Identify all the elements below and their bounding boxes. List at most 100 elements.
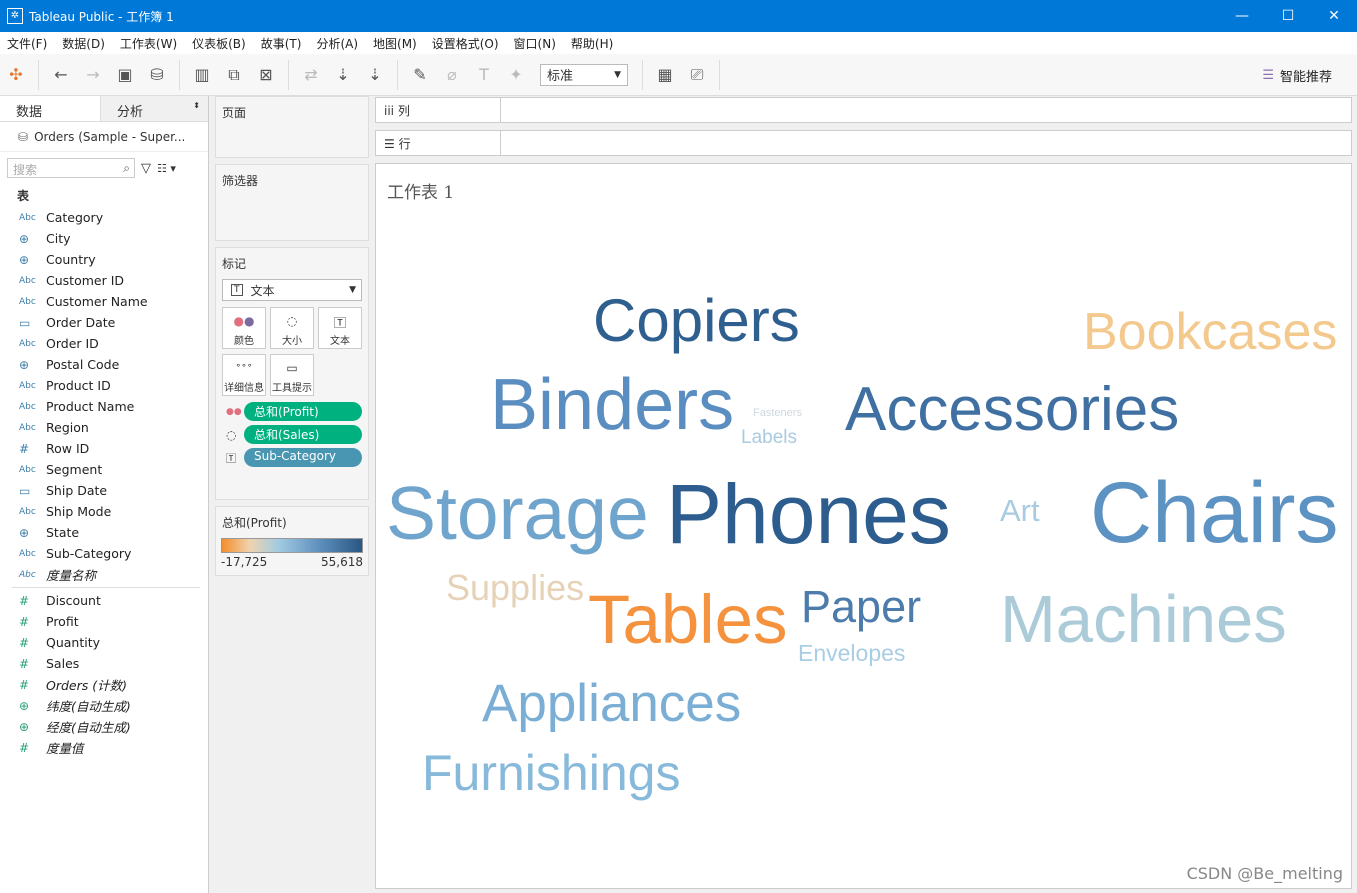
datasource-item[interactable]: ⛁ Orders (Sample - Super... — [0, 122, 208, 152]
menu-item[interactable]: 文件(F) — [7, 35, 47, 52]
field-item[interactable]: Abc Customer ID — [0, 270, 208, 291]
string-icon: Abc — [19, 212, 36, 223]
detail-button[interactable]: ∘∘∘ 详细信息 — [222, 354, 266, 396]
word-mark[interactable]: Tables — [588, 585, 787, 654]
show-cards-icon[interactable]: ▦ — [652, 62, 678, 88]
field-item[interactable]: Abc Product Name — [0, 396, 208, 417]
word-mark[interactable]: Supplies — [446, 570, 584, 606]
field-item[interactable]: ⊕ Postal Code — [0, 354, 208, 375]
search-input[interactable]: 搜索 ⌕ — [7, 158, 135, 178]
field-item[interactable]: # Row ID — [0, 438, 208, 459]
tooltip-button[interactable]: ▭ 工具提示 — [270, 354, 314, 396]
menu-item[interactable]: 帮助(H) — [571, 35, 613, 52]
menu-item[interactable]: 工作表(W) — [120, 35, 177, 52]
menu-item[interactable]: 分析(A) — [316, 35, 358, 52]
save-icon[interactable]: ▣ — [112, 62, 138, 88]
presentation-icon[interactable]: ⎚ — [684, 62, 710, 88]
field-item[interactable]: ⊕ 纬度(自动生成) — [0, 695, 208, 716]
minimize-button[interactable]: — — [1219, 0, 1265, 32]
field-item[interactable]: ⊕ City — [0, 228, 208, 249]
columns-shelf[interactable]: iii 列 — [375, 97, 1352, 123]
menu-item[interactable]: 设置格式(O) — [432, 35, 499, 52]
word-mark[interactable]: Bookcases — [1083, 306, 1337, 358]
field-item[interactable]: Abc 度量名称 — [0, 564, 208, 585]
field-item[interactable]: ▭ Order Date — [0, 312, 208, 333]
field-item[interactable]: # 度量值 — [0, 737, 208, 758]
mark-type-select[interactable]: T 文本 ▼ — [222, 279, 362, 301]
word-mark[interactable]: Binders — [490, 369, 734, 441]
field-item[interactable]: # Discount — [0, 590, 208, 611]
word-mark[interactable]: Fasteners — [753, 408, 802, 419]
color-button[interactable]: ●● 颜色 — [222, 307, 266, 349]
pill-sub-category[interactable]: Sub-Category — [244, 448, 362, 467]
word-mark[interactable]: Appliances — [482, 677, 741, 730]
field-item[interactable]: # Quantity — [0, 632, 208, 653]
text-button[interactable]: 🅃 文本 — [318, 307, 362, 349]
field-item[interactable]: ⊕ State — [0, 522, 208, 543]
color-icon: ●● — [233, 314, 255, 328]
pill-profit[interactable]: 总和(Profit) — [244, 402, 362, 421]
field-item[interactable]: Abc Customer Name — [0, 291, 208, 312]
field-item[interactable]: ⊕ 经度(自动生成) — [0, 716, 208, 737]
word-mark[interactable]: Envelopes — [798, 642, 905, 665]
view-options-icon[interactable]: ☷ ▾ — [157, 162, 176, 175]
menu-item[interactable]: 仪表板(B) — [192, 35, 246, 52]
pages-card[interactable]: 页面 — [215, 96, 369, 158]
filters-card[interactable]: 筛选器 — [215, 164, 369, 241]
word-mark[interactable]: Labels — [741, 428, 797, 447]
color-legend[interactable]: 总和(Profit) -17,725 55,618 — [215, 506, 369, 576]
field-item[interactable]: # Profit — [0, 611, 208, 632]
word-mark[interactable]: Accessories — [845, 379, 1179, 441]
word-mark[interactable]: Paper — [801, 584, 921, 629]
group-icon[interactable]: ⌀ — [439, 62, 465, 88]
color-label: 颜色 — [234, 336, 254, 347]
filter-icon[interactable]: ▽ — [141, 161, 151, 176]
menu-item[interactable]: 故事(T) — [261, 35, 302, 52]
swap-icon[interactable]: ⇄ — [298, 62, 324, 88]
size-button[interactable]: ◌ 大小 — [270, 307, 314, 349]
duplicate-sheet-icon[interactable]: ⧉ — [221, 62, 247, 88]
show-me-button[interactable]: ☰ 智能推荐 — [1262, 66, 1332, 85]
field-item[interactable]: Abc Order ID — [0, 333, 208, 354]
word-mark[interactable]: Phones — [666, 472, 951, 556]
rows-shelf[interactable]: ☰ 行 — [375, 130, 1352, 156]
word-mark[interactable]: Furnishings — [422, 748, 680, 798]
field-item[interactable]: # Sales — [0, 653, 208, 674]
undo-icon[interactable]: ← — [48, 62, 74, 88]
tab-analysis[interactable]: 分析 ⬍ — [100, 96, 208, 121]
close-button[interactable]: ✕ — [1311, 0, 1357, 32]
sort-descending-icon[interactable]: ⇣ — [362, 62, 388, 88]
sort-ascending-icon[interactable]: ⇣ — [330, 62, 356, 88]
word-mark[interactable]: Art — [1000, 495, 1040, 526]
highlight-icon[interactable]: ✎ — [407, 62, 433, 88]
redo-icon[interactable]: → — [80, 62, 106, 88]
pin-icon[interactable]: ✦ — [503, 62, 529, 88]
new-worksheet-icon[interactable]: ▥ — [189, 62, 215, 88]
word-mark[interactable]: Chairs — [1090, 470, 1339, 556]
fit-select[interactable]: 标准 ▼ — [540, 63, 628, 86]
menu-item[interactable]: 窗口(N) — [514, 35, 556, 52]
maximize-button[interactable]: ☐ — [1265, 0, 1311, 32]
field-item[interactable]: Abc Sub-Category — [0, 543, 208, 564]
field-item[interactable]: Abc Ship Mode — [0, 501, 208, 522]
word-mark[interactable]: Storage — [386, 476, 649, 551]
word-mark[interactable]: Machines — [1000, 586, 1287, 653]
menu-item[interactable]: 地图(M) — [373, 35, 417, 52]
field-item[interactable]: # Orders (计数) — [0, 674, 208, 695]
field-item[interactable]: ⊕ Country — [0, 249, 208, 270]
word-mark[interactable]: Copiers — [593, 291, 800, 351]
pill-sales[interactable]: 总和(Sales) — [244, 425, 362, 444]
labels-icon[interactable]: T — [471, 62, 497, 88]
field-item[interactable]: ▭ Ship Date — [0, 480, 208, 501]
field-item[interactable]: Abc Category — [0, 207, 208, 228]
field-item[interactable]: Abc Segment — [0, 459, 208, 480]
clear-sheet-icon[interactable]: ⊠ — [253, 62, 279, 88]
legend-title: 总和(Profit) — [222, 516, 287, 530]
new-datasource-icon[interactable]: ⛁ — [144, 62, 170, 88]
tab-data[interactable]: 数据 — [0, 96, 100, 121]
tableau-home-icon[interactable]: ✣ — [3, 62, 29, 88]
menu-item[interactable]: 数据(D) — [62, 35, 105, 52]
window-title: Tableau Public - 工作簿 1 — [29, 9, 174, 24]
field-item[interactable]: Abc Region — [0, 417, 208, 438]
field-item[interactable]: Abc Product ID — [0, 375, 208, 396]
